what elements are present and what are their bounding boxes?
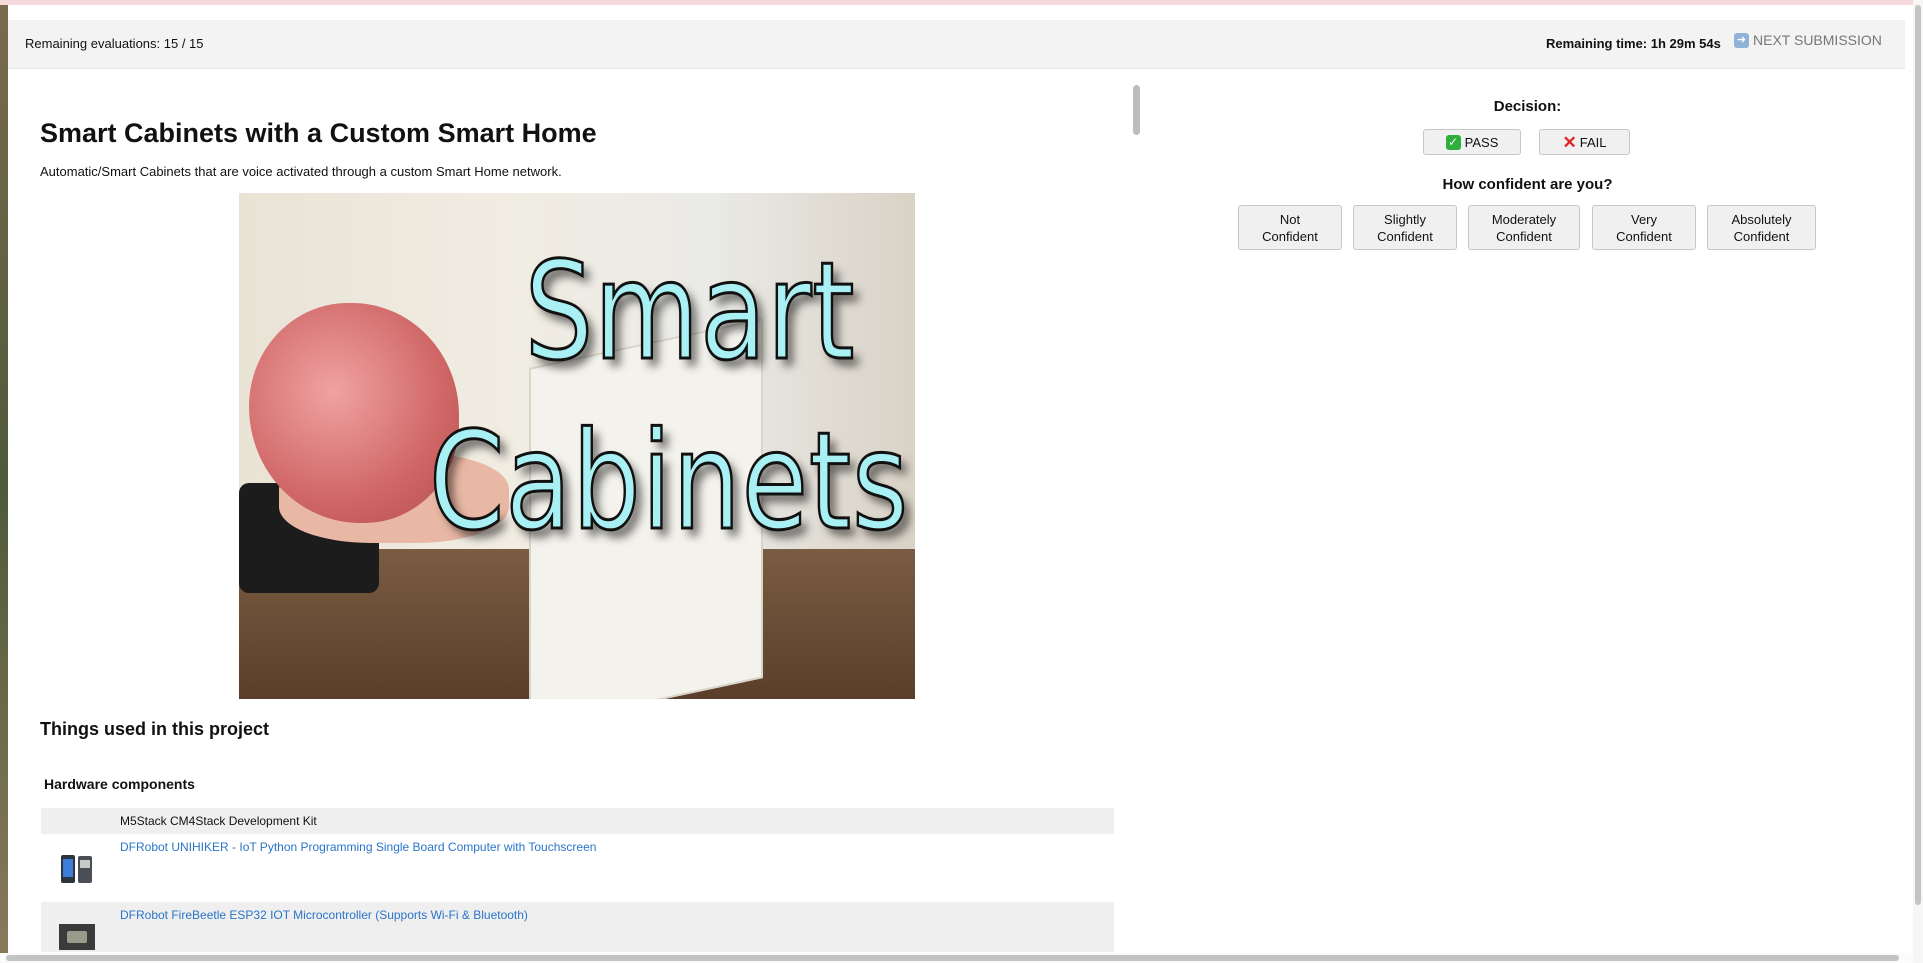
component-link[interactable]: DFRobot FireBeetle ESP32 IOT Microcontro… — [120, 908, 528, 922]
project-description: Automatic/Smart Cabinets that are voice … — [40, 164, 562, 179]
next-submission-label: NEXT SUBMISSION — [1753, 32, 1882, 48]
header-bar: Remaining evaluations: 15 / 15 Remaining… — [8, 20, 1905, 69]
check-icon: ✓ — [1445, 134, 1461, 150]
unihiker-thumbnail — [59, 852, 95, 886]
absolutely-confident-button[interactable]: Absolutely Confident — [1707, 205, 1816, 250]
pass-button[interactable]: ✓ PASS — [1423, 129, 1521, 155]
background-edge — [0, 5, 8, 963]
remaining-evaluations: Remaining evaluations: 15 / 15 — [25, 36, 204, 51]
component-row: DFRobot UNIHIKER - IoT Python Programmin… — [41, 834, 1114, 902]
hardware-components-title: Hardware components — [44, 776, 195, 792]
page-vertical-scrollbar[interactable] — [1913, 0, 1923, 963]
page-horizontal-scrollbar[interactable] — [0, 953, 1913, 963]
not-confident-button[interactable]: Not Confident — [1238, 205, 1342, 250]
next-submission-button[interactable]: ➜ NEXT SUBMISSION — [1734, 32, 1882, 48]
moderately-confident-button[interactable]: Moderately Confident — [1468, 205, 1580, 250]
vertical-scroll-thumb[interactable] — [1915, 5, 1921, 905]
component-name: M5Stack CM4Stack Development Kit — [120, 814, 317, 828]
things-section-title: Things used in this project — [40, 719, 270, 739]
slightly-confident-button[interactable]: Slightly Confident — [1353, 205, 1457, 250]
components-table: M5Stack CM4Stack Development Kit DFRobot… — [41, 808, 1114, 952]
component-row: M5Stack CM4Stack Development Kit — [41, 808, 1114, 834]
confidence-label: How confident are you? — [1442, 176, 1613, 193]
fail-button[interactable]: ✕ FAIL — [1539, 129, 1630, 155]
project-pane-scrollbar[interactable] — [1133, 85, 1140, 135]
component-row: DFRobot FireBeetle ESP32 IOT Microcontro… — [41, 902, 1114, 952]
arrow-right-icon: ➜ — [1734, 32, 1749, 48]
remaining-time: Remaining time: 1h 29m 54s — [1546, 36, 1721, 51]
fail-label: FAIL — [1579, 134, 1607, 150]
top-strip — [0, 0, 1923, 5]
image-text-line2: Cabinets — [428, 402, 910, 562]
component-link[interactable]: DFRobot UNIHIKER - IoT Python Programmin… — [120, 840, 596, 854]
project-cover-image: Smart Cabinets — [239, 193, 915, 699]
project-pane[interactable]: Smart Cabinets with a Custom Smart Home … — [8, 78, 1125, 956]
cross-icon: ✕ — [1562, 132, 1577, 152]
firebeetle-thumbnail — [59, 924, 95, 950]
project-title: Smart Cabinets with a Custom Smart Home — [40, 118, 597, 148]
pass-label: PASS — [1464, 134, 1499, 150]
horizontal-scroll-thumb[interactable] — [6, 955, 1899, 961]
very-confident-button[interactable]: Very Confident — [1592, 205, 1696, 250]
decision-label: Decision: — [1493, 98, 1562, 115]
image-text-line1: Smart — [523, 232, 855, 392]
